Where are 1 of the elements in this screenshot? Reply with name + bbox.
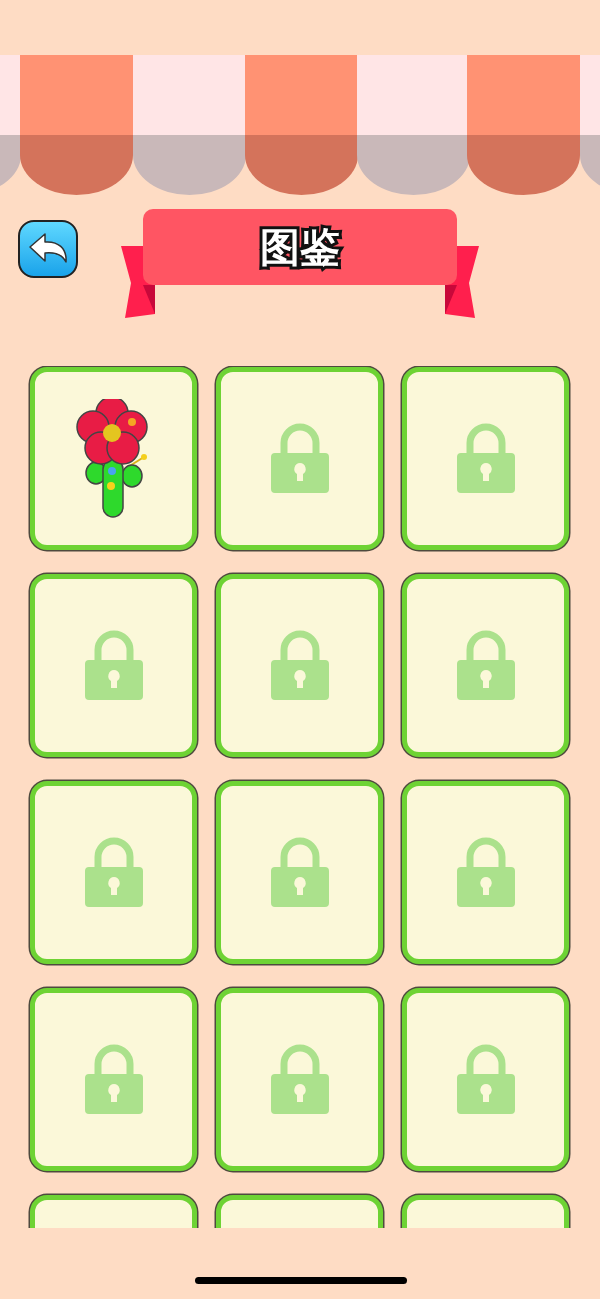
page-title: 图鉴 [260, 227, 340, 267]
